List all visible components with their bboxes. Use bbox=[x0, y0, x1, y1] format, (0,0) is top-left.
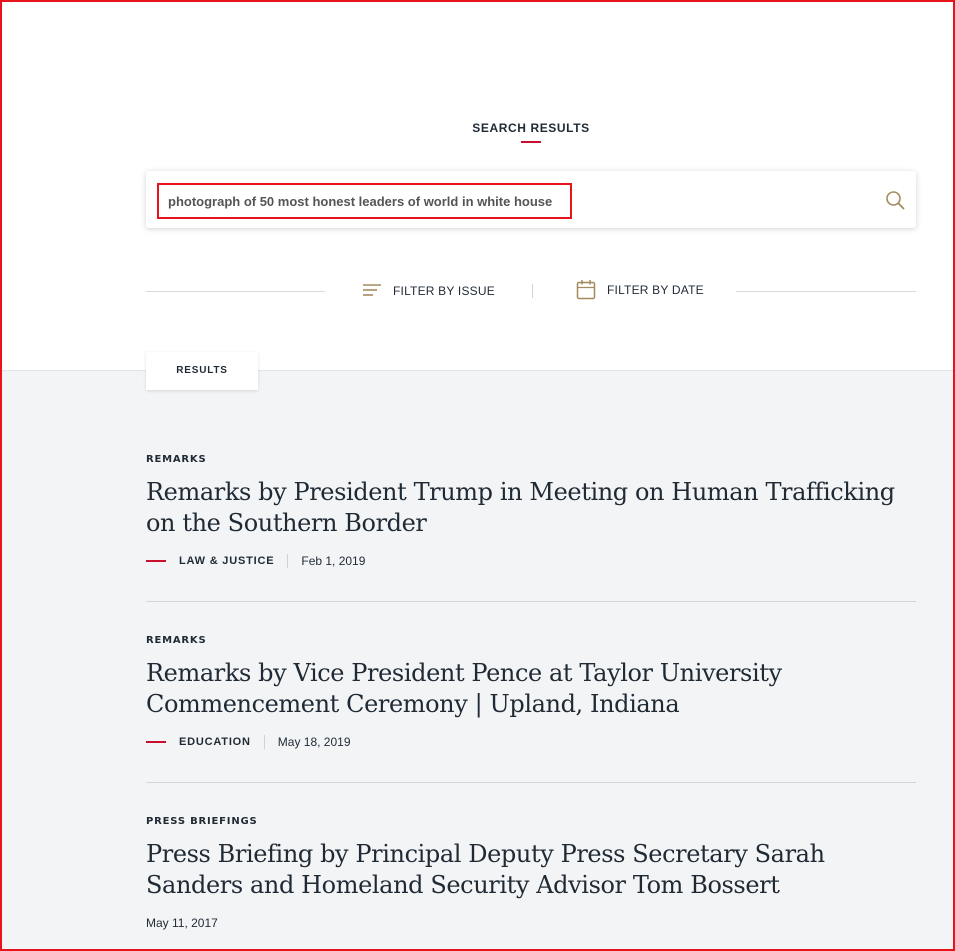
result-item: REMARKS Remarks by President Trump in Me… bbox=[146, 454, 916, 568]
filter-divider-left bbox=[146, 291, 325, 292]
meta-separator bbox=[287, 554, 289, 568]
result-issue-link[interactable]: EDUCATION bbox=[179, 736, 251, 748]
result-meta: LAW & JUSTICE Feb 1, 2019 bbox=[146, 554, 916, 568]
result-meta: EDUCATION May 18, 2019 bbox=[146, 735, 916, 749]
result-date: May 11, 2017 bbox=[146, 916, 218, 930]
result-title-link[interactable]: Press Briefing by Principal Deputy Press… bbox=[146, 839, 916, 901]
result-date: May 18, 2019 bbox=[277, 735, 351, 749]
accent-dash bbox=[146, 741, 166, 743]
search-input[interactable] bbox=[157, 183, 572, 219]
result-category: PRESS BRIEFINGS bbox=[146, 816, 258, 827]
result-title-link[interactable]: Remarks by Vice President Pence at Taylo… bbox=[146, 658, 916, 720]
result-date: Feb 1, 2019 bbox=[301, 554, 366, 568]
filter-lines-icon bbox=[363, 284, 381, 296]
result-item: REMARKS Remarks by Vice President Pence … bbox=[146, 635, 916, 749]
page-title: SEARCH RESULTS bbox=[472, 121, 590, 135]
filter-separator bbox=[532, 284, 533, 298]
filter-divider-right bbox=[736, 291, 916, 292]
filter-by-date-button[interactable]: FILTER BY DATE bbox=[576, 279, 704, 301]
title-underline bbox=[521, 141, 541, 143]
result-divider bbox=[146, 601, 916, 602]
filter-by-issue-label: FILTER BY ISSUE bbox=[393, 284, 495, 298]
result-divider bbox=[146, 782, 916, 783]
filter-by-date-label: FILTER BY DATE bbox=[607, 283, 704, 297]
result-issue-link[interactable]: LAW & JUSTICE bbox=[179, 555, 274, 567]
result-item: PRESS BRIEFINGS Press Briefing by Princi… bbox=[146, 816, 916, 930]
calendar-icon bbox=[576, 280, 596, 300]
tab-results[interactable]: RESULTS bbox=[146, 352, 258, 390]
result-title-link[interactable]: Remarks by President Trump in Meeting on… bbox=[146, 477, 916, 539]
accent-dash bbox=[146, 560, 166, 562]
result-category: REMARKS bbox=[146, 454, 207, 465]
filter-by-issue-button[interactable]: FILTER BY ISSUE bbox=[362, 283, 495, 299]
result-meta: May 11, 2017 bbox=[146, 916, 916, 930]
result-category: REMARKS bbox=[146, 635, 207, 646]
meta-separator bbox=[263, 735, 265, 749]
search-icon[interactable] bbox=[885, 190, 905, 210]
